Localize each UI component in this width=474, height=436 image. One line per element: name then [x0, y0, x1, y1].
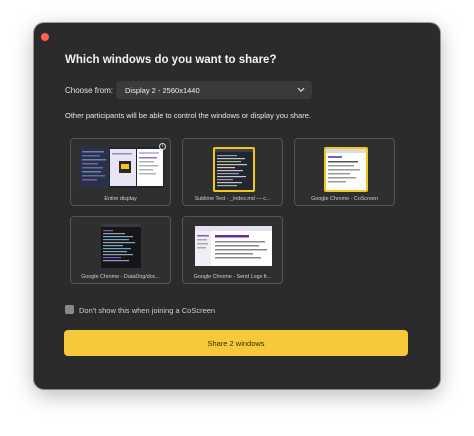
tile-entire-display[interactable]: i Entire display — [70, 138, 171, 206]
share-notice: Other participants will be able to contr… — [65, 111, 311, 120]
chrome-coscreen-thumbnail — [324, 147, 368, 192]
close-window-button[interactable] — [41, 33, 49, 41]
dont-show-again-label: Don't show this when joining a CoScreen — [79, 306, 216, 315]
entire-display-thumbnail — [79, 147, 164, 188]
info-icon[interactable]: i — [159, 143, 166, 150]
chrome-send-logs-thumbnail — [195, 226, 272, 266]
dialog-title: Which windows do you want to share? — [65, 54, 277, 66]
tile-label: Sublime Text - _index.md — c... — [194, 196, 271, 202]
display-select[interactable]: Display 2 - 2560x1440 — [116, 81, 312, 99]
sublime-text-thumbnail — [213, 147, 255, 192]
tile-sublime-text[interactable]: Sublime Text - _index.md — c... — [182, 138, 283, 206]
choose-from-label: Choose from: — [65, 86, 114, 95]
share-dialog: Which windows do you want to share? Choo… — [34, 23, 440, 389]
tile-label: Google Chrome - DataDog/doc... — [81, 274, 160, 280]
display-select-value: Display 2 - 2560x1440 — [125, 86, 200, 95]
chevron-down-icon — [297, 87, 305, 92]
share-windows-button[interactable]: Share 2 windows — [64, 330, 408, 356]
share-button-label: Share 2 windows — [207, 339, 265, 348]
tile-label: Google Chrome - Send Logs fr... — [193, 274, 272, 280]
tile-label: Google Chrome - CoScreen — [311, 196, 378, 202]
dont-show-again-checkbox[interactable] — [65, 305, 74, 314]
chrome-datadog-thumbnail — [101, 224, 141, 268]
tile-chrome-coscreen[interactable]: Google Chrome - CoScreen — [294, 138, 395, 206]
tile-chrome-send-logs[interactable]: Google Chrome - Send Logs fr... — [182, 216, 283, 284]
tile-chrome-datadog[interactable]: Google Chrome - DataDog/doc... — [70, 216, 171, 284]
tile-label: Entire display — [104, 196, 137, 202]
